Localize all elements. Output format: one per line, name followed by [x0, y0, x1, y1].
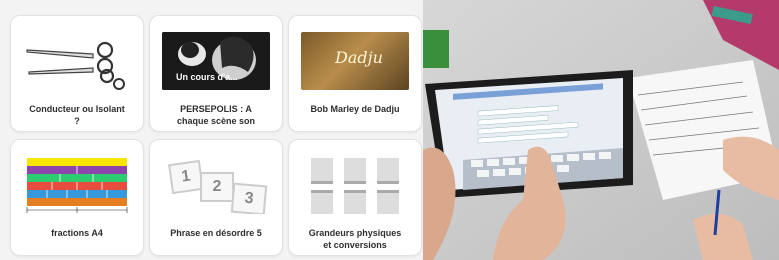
music-video-still: Dadju	[301, 32, 409, 90]
activity-card-fractions-a4[interactable]: fractions A4	[10, 139, 144, 256]
activity-title: fractions A4	[51, 228, 103, 238]
thumb-caption: Un cours d'a...	[176, 72, 238, 82]
activity-title: PERSEPOLIS : A chaque scène son	[176, 104, 256, 126]
number-card: 2	[200, 172, 234, 202]
activity-card-grandeurs[interactable]: Grandeurs physiques et conversions	[288, 139, 422, 256]
numbered-cards-icon: 1 2 3	[162, 156, 270, 214]
activity-title: Bob Marley de Dadju	[310, 104, 400, 114]
persepolis-still: Un cours d'a...	[162, 32, 270, 90]
classroom-tablet-photo	[423, 0, 779, 260]
activity-card-bob-marley[interactable]: Dadju Bob Marley de Dadju	[288, 15, 422, 132]
activity-card-conducteur-isolant[interactable]: Conducteur ou Isolant ?	[10, 15, 144, 132]
activity-title: Phrase en désordre 5	[170, 228, 262, 238]
activity-gallery: Conducteur ou Isolant ? Un cours d'a... …	[0, 0, 423, 260]
number-card: 1	[168, 159, 204, 195]
number-card: 3	[230, 182, 268, 214]
activity-title: Conducteur ou Isolant ?	[29, 104, 125, 126]
scissors-icon	[23, 32, 131, 90]
grid-placeholder-icon	[301, 156, 409, 214]
activity-title: Grandeurs physiques et conversions	[308, 228, 402, 250]
fraction-bars-icon	[23, 156, 131, 214]
activity-card-phrase-desordre[interactable]: 1 2 3 Phrase en désordre 5	[149, 139, 283, 256]
thumb-caption: Dadju	[335, 48, 383, 67]
activity-card-persepolis[interactable]: Un cours d'a... PERSEPOLIS : A chaque sc…	[149, 15, 283, 132]
